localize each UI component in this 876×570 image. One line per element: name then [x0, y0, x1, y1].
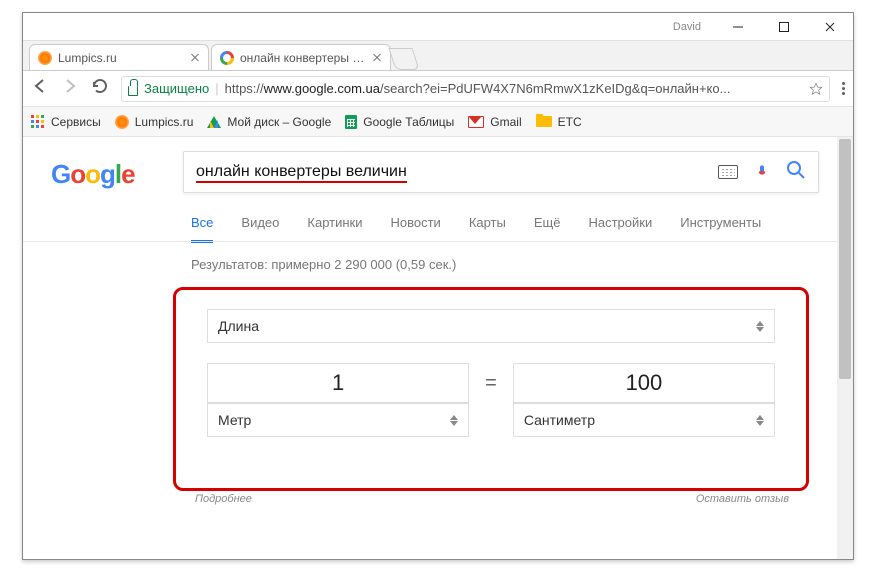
unit-converter-card: Длина 1 Метр = 100 Сантиметр [191, 295, 791, 485]
category-label: Длина [218, 318, 259, 334]
to-unit-select[interactable]: Сантиметр [513, 403, 775, 437]
tab-images[interactable]: Картинки [307, 215, 362, 232]
close-tab-icon[interactable] [372, 53, 382, 63]
vertical-scrollbar[interactable] [837, 137, 853, 559]
search-nav-tabs: Все Видео Картинки Новости Карты Ещё Нас… [191, 215, 761, 232]
tab-title: онлайн конвертеры вел [240, 51, 366, 65]
apps-button[interactable]: Сервисы [31, 115, 101, 129]
tab-settings[interactable]: Настройки [588, 215, 652, 232]
tab-news[interactable]: Новости [390, 215, 440, 232]
tab-lumpics[interactable]: Lumpics.ru [29, 44, 209, 70]
tabs-divider [23, 241, 837, 242]
forward-button[interactable] [61, 77, 79, 100]
tab-more[interactable]: Ещё [534, 215, 561, 232]
drive-icon [207, 116, 221, 128]
new-tab-button[interactable] [388, 48, 419, 70]
address-bar-row: Защищено | https://www.google.com.ua/sea… [23, 71, 853, 107]
scrollbar-thumb[interactable] [839, 139, 851, 379]
microphone-icon[interactable] [754, 162, 770, 182]
close-tab-icon[interactable] [190, 53, 200, 63]
browser-menu-button[interactable] [842, 82, 845, 95]
sheets-icon [345, 115, 357, 129]
tab-all[interactable]: Все [191, 215, 213, 243]
to-value-output[interactable]: 100 [513, 363, 775, 403]
page-content: Google онлайн конвертеры величин Все Вид… [23, 137, 853, 559]
lock-icon [128, 86, 138, 96]
window-close-button[interactable] [807, 13, 853, 41]
from-unit-label: Метр [218, 412, 251, 428]
keyboard-icon[interactable] [718, 165, 738, 179]
from-value-input[interactable]: 1 [207, 363, 469, 403]
result-stats: Результатов: примерно 2 290 000 (0,59 се… [191, 257, 456, 272]
bookmark-drive[interactable]: Мой диск – Google [207, 115, 331, 129]
window-caption: David [23, 13, 853, 41]
bookmark-sheets[interactable]: Google Таблицы [345, 115, 454, 129]
apps-label: Сервисы [51, 115, 101, 129]
lumpics-icon [115, 115, 129, 129]
window-minimize-button[interactable] [715, 13, 761, 41]
tab-tools[interactable]: Инструменты [680, 215, 761, 232]
google-logo[interactable]: Google [51, 159, 135, 190]
url-text: https://www.google.com.ua/search?ei=PdUF… [225, 81, 803, 96]
to-unit-label: Сантиметр [524, 412, 595, 428]
search-query: онлайн конвертеры величин [196, 163, 407, 180]
search-box[interactable]: онлайн конвертеры величин [183, 151, 819, 193]
category-select[interactable]: Длина [207, 309, 775, 343]
tab-title: Lumpics.ru [58, 51, 184, 65]
bookmark-gmail[interactable]: Gmail [468, 115, 521, 129]
chevron-updown-icon [756, 415, 764, 426]
google-favicon [220, 51, 234, 65]
lumpics-favicon [38, 51, 52, 65]
bookmark-star-icon[interactable] [809, 82, 823, 96]
back-button[interactable] [31, 77, 49, 100]
chevron-updown-icon [756, 321, 764, 332]
tab-video[interactable]: Видео [241, 215, 279, 232]
apps-icon [31, 115, 45, 129]
chevron-updown-icon [450, 415, 458, 426]
bookmark-etc-folder[interactable]: ETC [536, 115, 582, 129]
from-unit-select[interactable]: Метр [207, 403, 469, 437]
profile-name[interactable]: David [673, 21, 701, 33]
more-link[interactable]: Подробнее [195, 493, 252, 505]
address-bar[interactable]: Защищено | https://www.google.com.ua/sea… [121, 76, 830, 102]
reload-button[interactable] [91, 77, 109, 100]
search-icon[interactable] [786, 160, 806, 185]
tab-maps[interactable]: Карты [469, 215, 506, 232]
tab-strip: Lumpics.ru онлайн конвертеры вел [23, 41, 853, 71]
browser-window: David Lumpics.ru онлайн конвертеры вел З… [22, 12, 854, 560]
card-footer-links: Подробнее Оставить отзыв [195, 493, 789, 505]
highlight-underline [196, 181, 407, 183]
bookmark-lumpics[interactable]: Lumpics.ru [115, 115, 194, 129]
folder-icon [536, 116, 552, 127]
tab-google-search[interactable]: онлайн конвертеры вел [211, 44, 391, 70]
bookmarks-bar: Сервисы Lumpics.ru Мой диск – Google Goo… [23, 107, 853, 137]
equals-sign: = [479, 372, 503, 395]
feedback-link[interactable]: Оставить отзыв [696, 493, 789, 505]
secure-label: Защищено [144, 81, 209, 96]
gmail-icon [468, 116, 484, 128]
window-maximize-button[interactable] [761, 13, 807, 41]
